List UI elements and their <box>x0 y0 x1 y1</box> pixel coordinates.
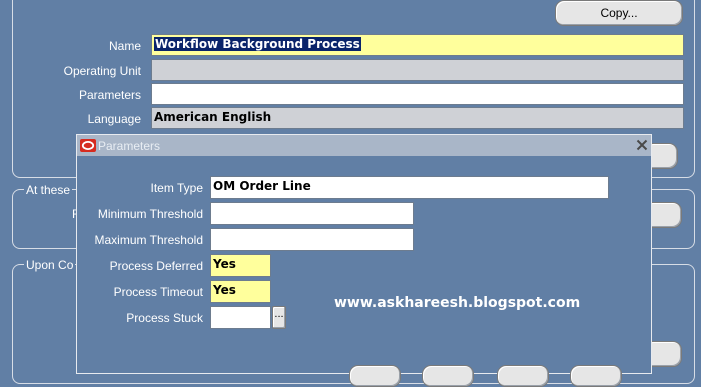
process-stuck-label: Process Stuck <box>126 311 203 325</box>
minimum-threshold-field[interactable] <box>210 202 414 225</box>
process-deferred-field[interactable]: Yes <box>210 254 271 277</box>
copy-button[interactable]: Copy... <box>555 0 683 26</box>
close-icon[interactable] <box>636 139 648 151</box>
dialog-ok-button[interactable] <box>349 365 401 387</box>
completion-group-title: Upon Co <box>24 258 76 272</box>
operating-unit-label: Operating Unit <box>63 64 141 78</box>
name-field[interactable]: Workflow Background Process <box>151 34 684 56</box>
name-value: Workflow Background Process <box>154 37 361 51</box>
process-timeout-label: Process Timeout <box>113 285 203 299</box>
language-label: Language <box>87 112 141 126</box>
process-deferred-label: Process Deferred <box>109 259 203 273</box>
schedule-group-title: At these <box>24 183 73 197</box>
dialog-clear-button[interactable] <box>497 365 549 387</box>
dialog-cancel-button[interactable] <box>422 365 474 387</box>
dialog-title: Parameters <box>98 139 161 153</box>
item-type-field[interactable]: OM Order Line <box>210 176 609 199</box>
parameters-label: Parameters <box>78 88 141 102</box>
item-type-label: Item Type <box>150 181 203 195</box>
maximum-threshold-label: Maximum Threshold <box>94 233 203 247</box>
blog-watermark: www.askhareesh.blogspot.com <box>334 295 581 311</box>
parameters-field[interactable] <box>151 83 684 105</box>
language-field[interactable]: American English <box>151 107 684 129</box>
minimum-threshold-label: Minimum Threshold <box>97 207 203 221</box>
maximum-threshold-field[interactable] <box>210 228 414 251</box>
process-stuck-field[interactable] <box>210 306 271 329</box>
list-of-values-button[interactable]: ... <box>272 306 286 329</box>
parameters-dialog: Parameters Item Type OM Order Line Minim… <box>76 134 652 387</box>
oracle-logo-icon <box>80 139 96 152</box>
dialog-help-button[interactable] <box>570 365 622 387</box>
name-label: Name <box>108 39 141 53</box>
operating-unit-field[interactable] <box>151 59 684 81</box>
process-timeout-field[interactable]: Yes <box>210 280 271 303</box>
dialog-titlebar: Parameters <box>77 135 651 156</box>
